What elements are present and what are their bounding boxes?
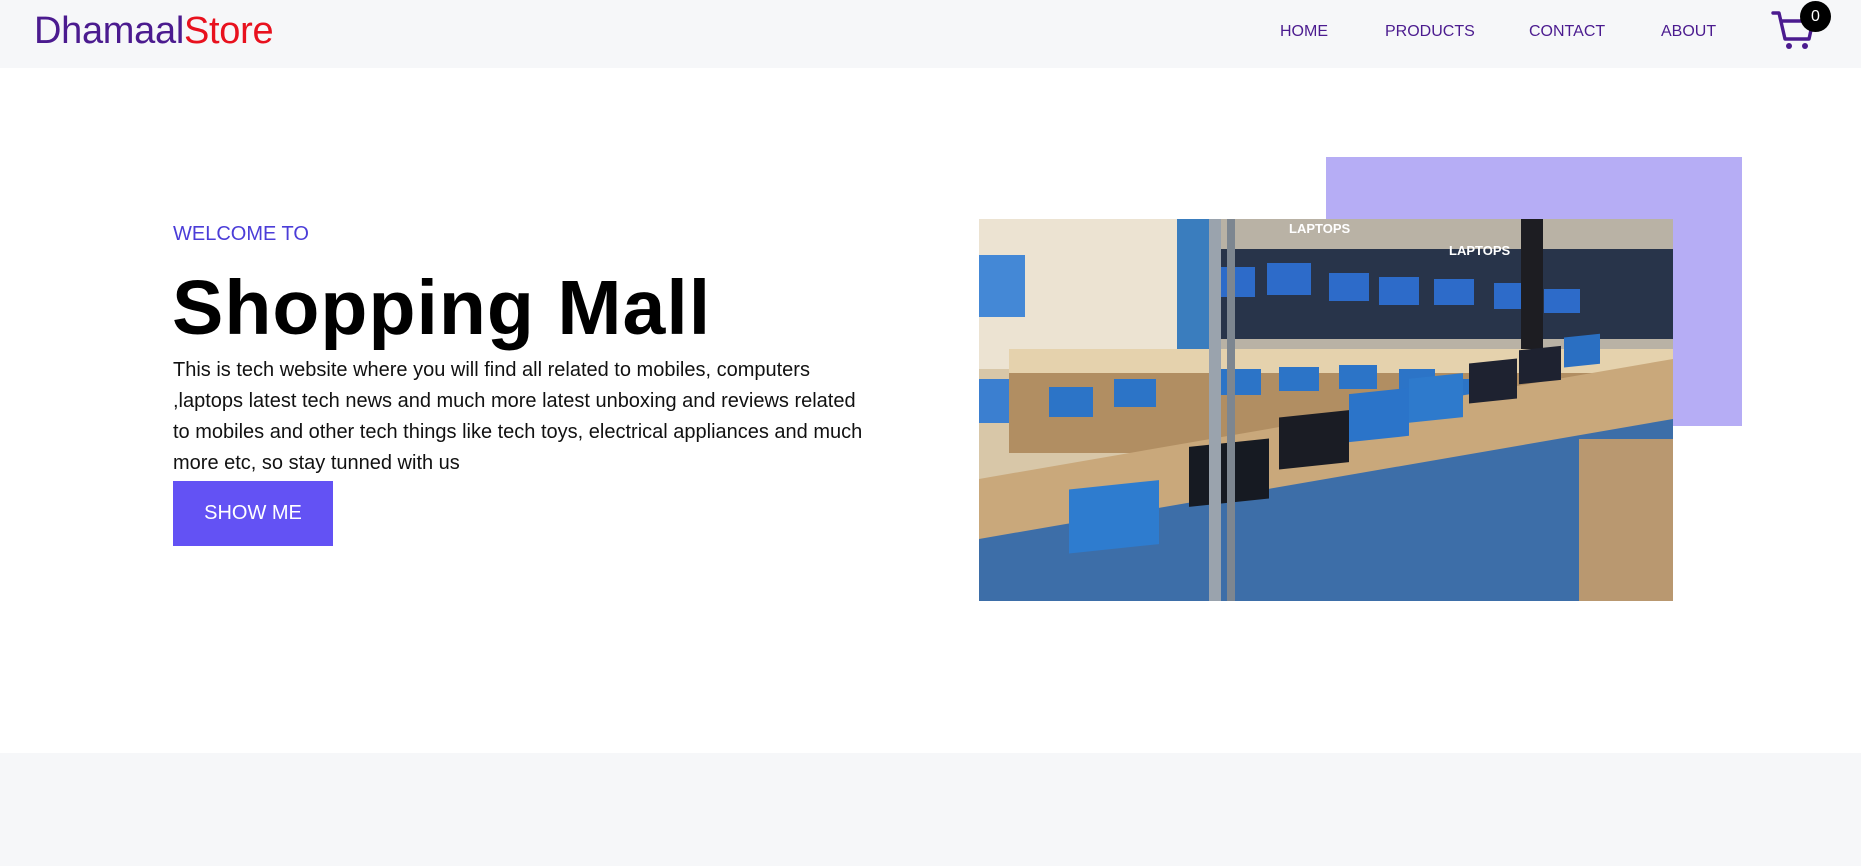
hero-kicker: WELCOME TO	[173, 223, 309, 245]
top-navbar: DhamaalStore HOME PRODUCTS CONTACT ABOUT…	[0, 0, 1861, 68]
hero-title: Shopping Mall	[172, 265, 712, 351]
svg-text:LAPTOPS: LAPTOPS	[1449, 243, 1510, 258]
brand-name-part1: Dhamaal	[34, 10, 184, 52]
nav-products[interactable]: PRODUCTS	[1385, 22, 1475, 42]
next-section-band	[0, 753, 1861, 866]
hero-store-image: LAPTOPS LAPTOPS	[979, 219, 1673, 601]
show-me-button[interactable]: SHOW ME	[173, 481, 333, 546]
brand-logo[interactable]: DhamaalStore	[34, 10, 274, 52]
nav-home[interactable]: HOME	[1280, 22, 1328, 42]
brand-name-part2: Store	[183, 10, 274, 52]
hero-description: This is tech website where you will find…	[173, 359, 863, 474]
cart-count-badge: 0	[1800, 1, 1831, 32]
nav-contact[interactable]: CONTACT	[1529, 22, 1605, 42]
nav-about[interactable]: ABOUT	[1661, 22, 1716, 42]
svg-text:LAPTOPS: LAPTOPS	[1289, 221, 1350, 236]
